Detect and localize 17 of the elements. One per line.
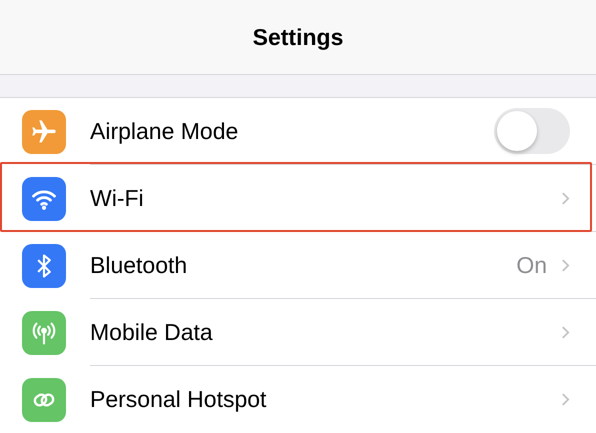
setting-label: Wi-Fi: [90, 184, 145, 213]
chevron-icon: [561, 392, 570, 407]
setting-label: Bluetooth: [90, 250, 188, 280]
chevron-icon: [561, 258, 570, 272]
setting-label: Airplane Mode: [90, 116, 240, 146]
airplane-icon: [22, 110, 66, 154]
antenna-icon: [22, 310, 66, 354]
page-title: Settings: [252, 22, 344, 52]
chevron-icon: [561, 324, 570, 340]
toggle-switch[interactable]: [494, 108, 570, 154]
wifi-icon: [22, 176, 66, 220]
setting-label: Mobile Data: [90, 318, 214, 347]
chevron-icon: [561, 190, 570, 206]
setting-label: Personal Hotspot: [90, 385, 268, 414]
setting-value: On: [516, 250, 547, 280]
bluetooth-icon: [22, 244, 66, 288]
link-icon: [22, 378, 66, 422]
